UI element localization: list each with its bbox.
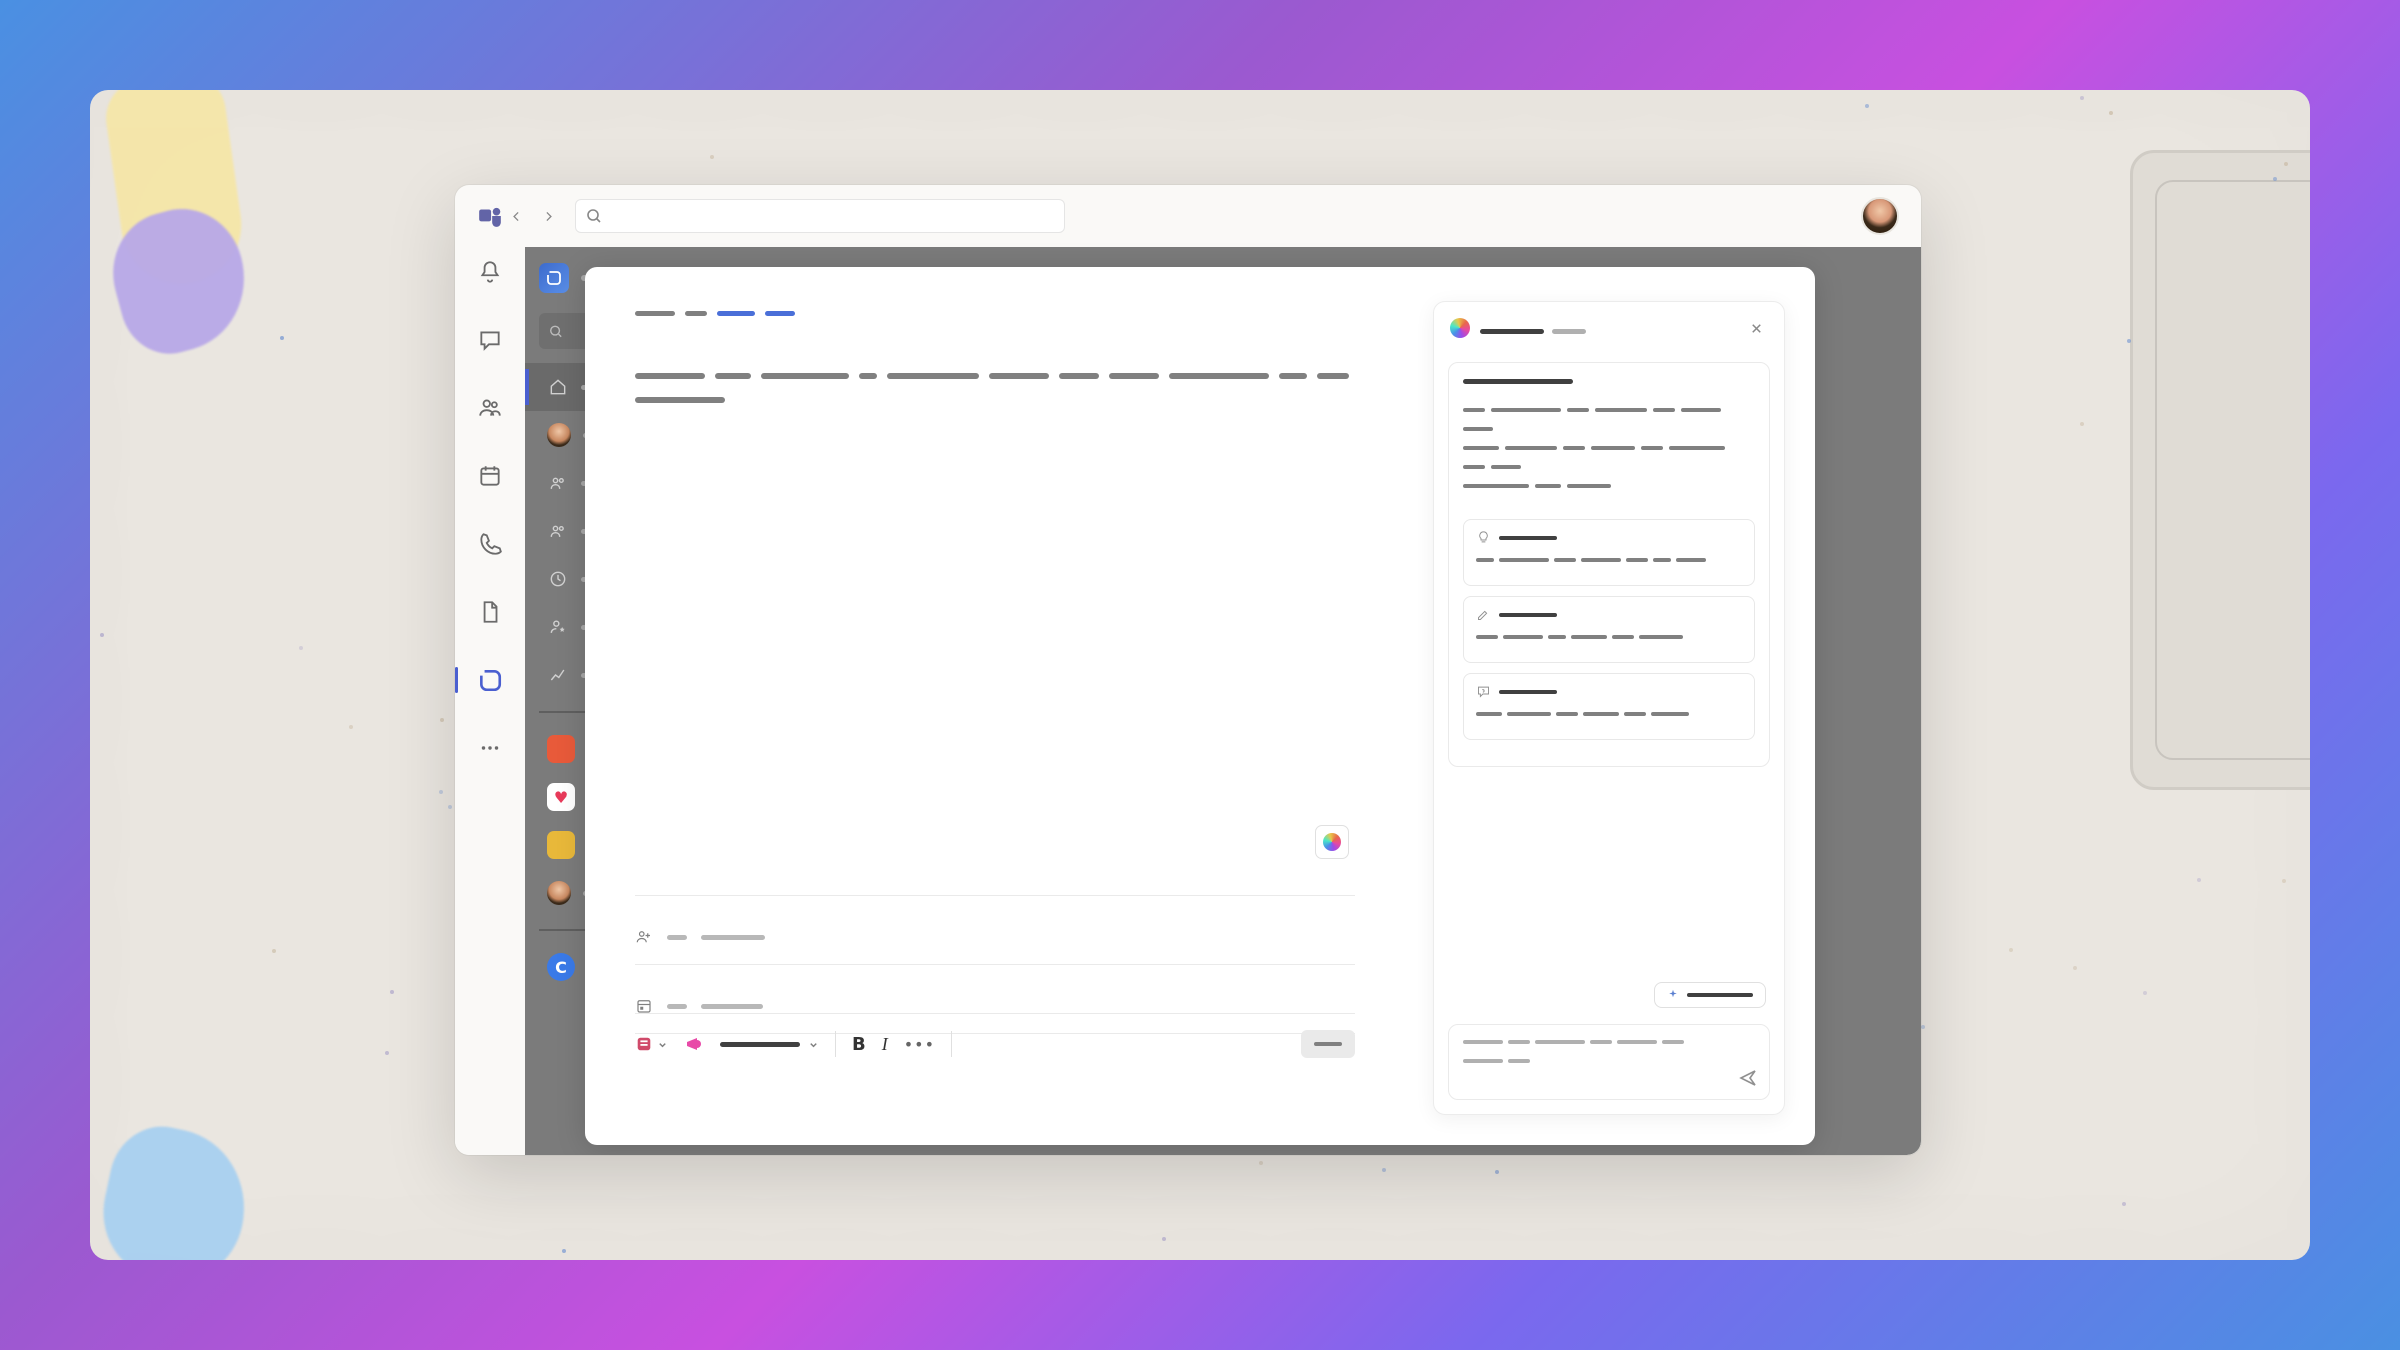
chevron-down-icon [657, 1039, 668, 1050]
copilot-fab-button[interactable] [1315, 825, 1349, 859]
copilot-intro-card [1448, 362, 1770, 767]
copilot-suggestion[interactable] [1463, 673, 1755, 740]
copilot-suggestion[interactable] [1463, 596, 1755, 663]
breadcrumb-segment[interactable] [717, 311, 755, 316]
search-icon [586, 208, 602, 224]
separator [835, 1031, 836, 1057]
chevron-down-icon [808, 1039, 819, 1050]
teams-window: ♥C [455, 185, 1921, 1155]
breadcrumb[interactable] [635, 311, 795, 316]
pencil-icon [1476, 607, 1491, 622]
calendar-icon [477, 463, 503, 489]
breadcrumb-segment[interactable] [635, 311, 675, 316]
app-icon [547, 735, 575, 763]
app-icon [547, 831, 575, 859]
more-formatting-button[interactable]: ••• [904, 1035, 935, 1054]
home-icon [547, 376, 569, 398]
rail-item-files[interactable] [473, 595, 507, 629]
app-icon: ♥ [547, 783, 575, 811]
bold-button[interactable]: B [852, 1034, 866, 1055]
copilot-panel [1433, 301, 1785, 1115]
separator [635, 895, 1355, 896]
font-picker[interactable] [720, 1039, 819, 1050]
chat-icon [477, 327, 503, 353]
loop-logo-icon [539, 263, 569, 293]
bell-icon [477, 259, 503, 285]
copilot-title [1480, 319, 1586, 338]
sparkle-icon [1667, 989, 1679, 1001]
separator [951, 1031, 952, 1057]
teams-logo-icon [477, 203, 503, 229]
close-icon [1749, 321, 1764, 336]
app-icon: C [547, 953, 575, 981]
copilot-greeting [1463, 379, 1573, 384]
loop-icon [477, 667, 503, 693]
italic-button[interactable]: I [882, 1034, 888, 1055]
people-icon [477, 395, 503, 421]
rail-item-calls[interactable] [473, 527, 507, 561]
toolbar-action-button[interactable] [1301, 1030, 1355, 1058]
rail-item-calendar[interactable] [473, 459, 507, 493]
breadcrumb-segment[interactable] [765, 311, 795, 316]
decorative-blob [91, 1117, 259, 1260]
phone-icon [477, 531, 503, 557]
insert-component-button[interactable] [635, 1035, 668, 1053]
copilot-suggestion[interactable] [1463, 519, 1755, 586]
nav-back-button[interactable] [503, 203, 529, 229]
global-search-input[interactable] [575, 199, 1065, 233]
app-rail [455, 247, 525, 1155]
search-icon [549, 324, 563, 339]
rail-item-teams[interactable] [473, 391, 507, 425]
close-button[interactable] [1744, 316, 1768, 340]
workspace: ♥C [525, 247, 1921, 1155]
file-icon [477, 599, 503, 625]
avatar-icon [547, 423, 571, 447]
breadcrumb-segment[interactable] [685, 311, 707, 316]
editor-toolbar: B I ••• [635, 1013, 1355, 1058]
user-avatar[interactable] [1861, 197, 1899, 235]
copilot-icon [1450, 318, 1470, 338]
copilot-suggestion-chip[interactable] [1654, 982, 1766, 1008]
titlebar [455, 185, 1921, 247]
person-star-icon [547, 616, 569, 638]
dots-icon [477, 735, 503, 761]
nav-forward-button[interactable] [535, 203, 561, 229]
send-button[interactable] [1738, 1068, 1758, 1088]
desktop-background: ♥C [90, 90, 2310, 1260]
megaphone-icon [684, 1034, 704, 1054]
meta-row[interactable] [635, 916, 1355, 958]
avatar-icon [547, 881, 571, 905]
person-plus-icon [635, 928, 653, 946]
people2-icon [547, 472, 569, 494]
lightbulb-icon [1476, 530, 1491, 545]
editor-card: B I ••• [585, 267, 1815, 1145]
clock-icon [547, 568, 569, 590]
analytics-icon [547, 664, 569, 686]
rail-item-more[interactable] [473, 731, 507, 765]
people2-icon [547, 520, 569, 542]
announce-button[interactable] [684, 1034, 704, 1054]
component-icon [635, 1035, 653, 1053]
chat-q-icon [1476, 684, 1491, 699]
rail-item-loop[interactable] [473, 663, 507, 697]
separator [635, 964, 1355, 965]
copilot-icon [1323, 833, 1341, 851]
rail-item-chat[interactable] [473, 323, 507, 357]
send-icon [1738, 1068, 1758, 1088]
copilot-input[interactable] [1448, 1024, 1770, 1100]
rail-item-activity[interactable] [473, 255, 507, 289]
decorative-device [2155, 180, 2310, 760]
